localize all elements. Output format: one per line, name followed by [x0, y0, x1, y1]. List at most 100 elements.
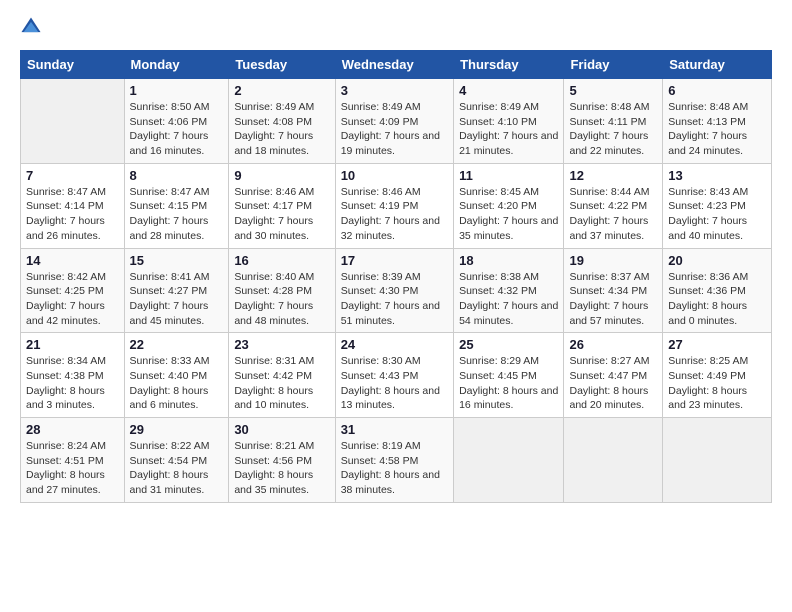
day-info: Sunrise: 8:21 AM Sunset: 4:56 PM Dayligh…	[234, 439, 329, 498]
day-number: 3	[341, 83, 448, 98]
day-info: Sunrise: 8:22 AM Sunset: 4:54 PM Dayligh…	[130, 439, 224, 498]
day-number: 15	[130, 253, 224, 268]
day-info: Sunrise: 8:48 AM Sunset: 4:13 PM Dayligh…	[668, 100, 766, 159]
day-number: 16	[234, 253, 329, 268]
day-number: 7	[26, 168, 119, 183]
main-container: SundayMondayTuesdayWednesdayThursdayFrid…	[0, 0, 792, 513]
weekday-header-sunday: Sunday	[21, 51, 125, 79]
weekday-header-saturday: Saturday	[663, 51, 772, 79]
day-number: 6	[668, 83, 766, 98]
day-info: Sunrise: 8:33 AM Sunset: 4:40 PM Dayligh…	[130, 354, 224, 413]
calendar-cell: 9Sunrise: 8:46 AM Sunset: 4:17 PM Daylig…	[229, 163, 335, 248]
calendar-cell: 1 Sunrise: 8:50 AM Sunset: 4:06 PM Daylig…	[124, 79, 229, 164]
day-number: 26	[569, 337, 657, 352]
calendar-cell: 16 Sunrise: 8:40 AM Sunset: 4:28 PM Dayli…	[229, 248, 335, 333]
header	[20, 16, 772, 40]
calendar-cell: 17 Sunrise: 8:39 AM Sunset: 4:30 PM Dayli…	[335, 248, 453, 333]
calendar-cell: 3 Sunrise: 8:49 AM Sunset: 4:09 PM Daylig…	[335, 79, 453, 164]
day-number: 23	[234, 337, 329, 352]
calendar-cell: 27Sunrise: 8:25 AM Sunset: 4:49 PM Dayli…	[663, 333, 772, 418]
day-info: Sunrise: 8:49 AM Sunset: 4:08 PM Dayligh…	[234, 100, 329, 159]
calendar-cell: 20Sunrise: 8:36 AM Sunset: 4:36 PM Dayli…	[663, 248, 772, 333]
day-info: Sunrise: 8:48 AM Sunset: 4:11 PM Dayligh…	[569, 100, 657, 159]
calendar-cell: 5 Sunrise: 8:48 AM Sunset: 4:11 PM Daylig…	[564, 79, 663, 164]
day-info: Sunrise: 8:43 AM Sunset: 4:23 PM Dayligh…	[668, 185, 766, 244]
day-info: Sunrise: 8:49 AM Sunset: 4:10 PM Dayligh…	[459, 100, 558, 159]
calendar-cell: 18 Sunrise: 8:38 AM Sunset: 4:32 PM Dayli…	[454, 248, 564, 333]
calendar-cell: 7 Sunrise: 8:47 AM Sunset: 4:14 PM Daylig…	[21, 163, 125, 248]
day-number: 19	[569, 253, 657, 268]
day-info: Sunrise: 8:49 AM Sunset: 4:09 PM Dayligh…	[341, 100, 448, 159]
day-number: 4	[459, 83, 558, 98]
day-info: Sunrise: 8:38 AM Sunset: 4:32 PM Dayligh…	[459, 270, 558, 329]
calendar-cell	[663, 418, 772, 503]
weekday-header-tuesday: Tuesday	[229, 51, 335, 79]
calendar-cell	[21, 79, 125, 164]
weekday-header-row: SundayMondayTuesdayWednesdayThursdayFrid…	[21, 51, 772, 79]
day-number: 5	[569, 83, 657, 98]
day-number: 2	[234, 83, 329, 98]
day-info: Sunrise: 8:29 AM Sunset: 4:45 PM Dayligh…	[459, 354, 558, 413]
day-number: 29	[130, 422, 224, 437]
calendar-cell: 31Sunrise: 8:19 AM Sunset: 4:58 PM Dayli…	[335, 418, 453, 503]
day-info: Sunrise: 8:34 AM Sunset: 4:38 PM Dayligh…	[26, 354, 119, 413]
calendar-cell: 15 Sunrise: 8:41 AM Sunset: 4:27 PM Dayli…	[124, 248, 229, 333]
day-info: Sunrise: 8:46 AM Sunset: 4:17 PM Dayligh…	[234, 185, 329, 244]
day-info: Sunrise: 8:47 AM Sunset: 4:15 PM Dayligh…	[130, 185, 224, 244]
day-number: 13	[668, 168, 766, 183]
day-info: Sunrise: 8:24 AM Sunset: 4:51 PM Dayligh…	[26, 439, 119, 498]
day-info: Sunrise: 8:47 AM Sunset: 4:14 PM Dayligh…	[26, 185, 119, 244]
weekday-header-monday: Monday	[124, 51, 229, 79]
day-number: 28	[26, 422, 119, 437]
day-number: 14	[26, 253, 119, 268]
day-info: Sunrise: 8:41 AM Sunset: 4:27 PM Dayligh…	[130, 270, 224, 329]
calendar-cell: 8 Sunrise: 8:47 AM Sunset: 4:15 PM Daylig…	[124, 163, 229, 248]
calendar-cell: 23 Sunrise: 8:31 AM Sunset: 4:42 PM Dayli…	[229, 333, 335, 418]
calendar-cell: 6 Sunrise: 8:48 AM Sunset: 4:13 PM Daylig…	[663, 79, 772, 164]
day-number: 10	[341, 168, 448, 183]
calendar-cell: 29 Sunrise: 8:22 AM Sunset: 4:54 PM Dayli…	[124, 418, 229, 503]
calendar-cell: 22 Sunrise: 8:33 AM Sunset: 4:40 PM Dayli…	[124, 333, 229, 418]
calendar-table: SundayMondayTuesdayWednesdayThursdayFrid…	[20, 50, 772, 503]
day-number: 18	[459, 253, 558, 268]
calendar-cell: 14 Sunrise: 8:42 AM Sunset: 4:25 PM Dayli…	[21, 248, 125, 333]
day-number: 17	[341, 253, 448, 268]
weekday-header-thursday: Thursday	[454, 51, 564, 79]
day-number: 12	[569, 168, 657, 183]
day-info: Sunrise: 8:31 AM Sunset: 4:42 PM Dayligh…	[234, 354, 329, 413]
calendar-cell	[454, 418, 564, 503]
day-number: 11	[459, 168, 558, 183]
weekday-header-friday: Friday	[564, 51, 663, 79]
calendar-cell: 12 Sunrise: 8:44 AM Sunset: 4:22 PM Dayli…	[564, 163, 663, 248]
calendar-cell: 4 Sunrise: 8:49 AM Sunset: 4:10 PM Daylig…	[454, 79, 564, 164]
day-number: 8	[130, 168, 224, 183]
day-info: Sunrise: 8:50 AM Sunset: 4:06 PM Dayligh…	[130, 100, 224, 159]
day-info: Sunrise: 8:37 AM Sunset: 4:34 PM Dayligh…	[569, 270, 657, 329]
calendar-cell: 13 Sunrise: 8:43 AM Sunset: 4:23 PM Dayli…	[663, 163, 772, 248]
week-row-2: 14 Sunrise: 8:42 AM Sunset: 4:25 PM Dayli…	[21, 248, 772, 333]
day-number: 21	[26, 337, 119, 352]
calendar-cell: 26 Sunrise: 8:27 AM Sunset: 4:47 PM Dayli…	[564, 333, 663, 418]
day-number: 31	[341, 422, 448, 437]
week-row-4: 28 Sunrise: 8:24 AM Sunset: 4:51 PM Dayli…	[21, 418, 772, 503]
week-row-1: 7 Sunrise: 8:47 AM Sunset: 4:14 PM Daylig…	[21, 163, 772, 248]
day-info: Sunrise: 8:42 AM Sunset: 4:25 PM Dayligh…	[26, 270, 119, 329]
day-number: 25	[459, 337, 558, 352]
calendar-cell	[564, 418, 663, 503]
calendar-cell: 21 Sunrise: 8:34 AM Sunset: 4:38 PM Dayli…	[21, 333, 125, 418]
day-number: 24	[341, 337, 448, 352]
day-info: Sunrise: 8:44 AM Sunset: 4:22 PM Dayligh…	[569, 185, 657, 244]
day-number: 22	[130, 337, 224, 352]
day-number: 1	[130, 83, 224, 98]
calendar-cell: 28 Sunrise: 8:24 AM Sunset: 4:51 PM Dayli…	[21, 418, 125, 503]
day-info: Sunrise: 8:39 AM Sunset: 4:30 PM Dayligh…	[341, 270, 448, 329]
day-info: Sunrise: 8:30 AM Sunset: 4:43 PM Dayligh…	[341, 354, 448, 413]
day-info: Sunrise: 8:40 AM Sunset: 4:28 PM Dayligh…	[234, 270, 329, 329]
calendar-cell: 11 Sunrise: 8:45 AM Sunset: 4:20 PM Dayli…	[454, 163, 564, 248]
weekday-header-wednesday: Wednesday	[335, 51, 453, 79]
week-row-3: 21 Sunrise: 8:34 AM Sunset: 4:38 PM Dayli…	[21, 333, 772, 418]
calendar-cell: 30Sunrise: 8:21 AM Sunset: 4:56 PM Dayli…	[229, 418, 335, 503]
day-info: Sunrise: 8:27 AM Sunset: 4:47 PM Dayligh…	[569, 354, 657, 413]
day-info: Sunrise: 8:46 AM Sunset: 4:19 PM Dayligh…	[341, 185, 448, 244]
day-info: Sunrise: 8:45 AM Sunset: 4:20 PM Dayligh…	[459, 185, 558, 244]
